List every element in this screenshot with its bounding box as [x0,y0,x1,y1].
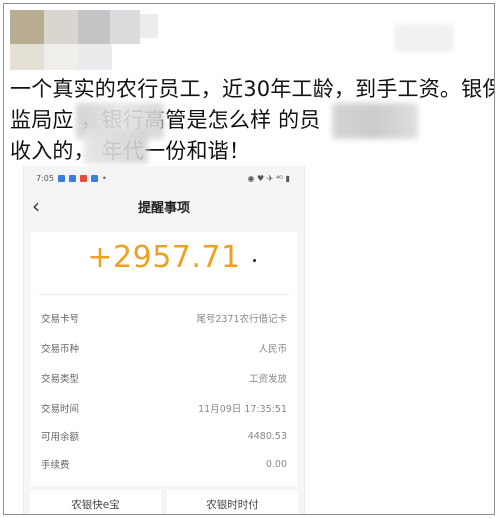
post-frame: 一个真实的农行员工，近30年工龄，到手工资。银保 监局应 ，银行高管是怎么样 的… [3,3,495,515]
app-icon [57,174,65,182]
row-label: 可用余额 [41,432,80,443]
row-value: 人民币 [258,344,287,355]
post-text: 一个真实的农行员工，近30年工龄，到手工资。银保 监局应 ，银行高管是怎么样 的… [10,74,495,167]
post-line: 收入的， 年代一份和谐！ [10,130,480,167]
row-card-number: 交易卡号 尾号2371农行借记卡 [41,306,287,330]
mosaic-blur [84,130,148,164]
app-icon [68,174,76,182]
amount: +2957.71 [87,240,241,275]
app-icon [90,174,98,182]
row-value: 11月09日 17:35:51 [198,404,287,415]
shishi-fu-button[interactable]: 农银时时付 [167,490,298,514]
row-type: 交易类型 工资发放 [41,366,287,390]
bottom-bar: 农银快e宝 农银时时付 [24,486,304,514]
blurred-avatar [10,10,160,76]
row-balance: 可用余额 4480.53 [41,424,287,448]
mosaic-blur [332,103,418,139]
kuai-e-bao-button[interactable]: 农银快e宝 [30,490,161,514]
row-label: 交易卡号 [41,314,80,325]
row-value: 工资发放 [248,374,287,385]
post-line: 监局应 ，银行高管是怎么样 的员 [10,103,480,139]
transaction-card: +2957.71 交易卡号 尾号2371农行借记卡 交易币种 人民币 交易类型 … [31,232,297,514]
back-arrow-icon[interactable]: ‹ [32,196,40,216]
nav-title: 提醒事项 [137,200,190,216]
row-label: 手续费 [41,460,70,471]
row-time: 交易时间 11月09日 17:35:51 [41,396,287,420]
row-label: 交易时间 [41,404,80,415]
phone-screenshot: 7:05 • ◉ ♥ ✈ ⁴ᴳ ▮ ‹ 提醒事项 +2957.71 交易卡号 尾… [23,166,305,514]
more-icon: • [101,173,107,183]
row-label: 交易币种 [41,344,80,355]
nav-bar: ‹ 提醒事项 [24,190,304,222]
divider [39,294,289,295]
stray-dot [253,259,256,262]
row-value: 尾号2371农行借记卡 [196,314,287,325]
status-icons: ◉ ♥ ✈ ⁴ᴳ ▮ [247,173,290,183]
app-icon [79,174,87,182]
blurred-corner [394,24,454,52]
status-time: 7:05 [36,173,54,183]
row-value: 4480.53 [247,430,287,442]
row-value: 0.00 [265,458,287,470]
row-fee: 手续费 0.00 [41,452,287,476]
row-currency: 交易币种 人民币 [41,336,287,360]
status-bar: 7:05 • ◉ ♥ ✈ ⁴ᴳ ▮ [24,166,304,190]
row-label: 交易类型 [41,374,80,385]
post-line: 一个真实的农行员工，近30年工龄，到手工资。银保 [10,77,495,101]
